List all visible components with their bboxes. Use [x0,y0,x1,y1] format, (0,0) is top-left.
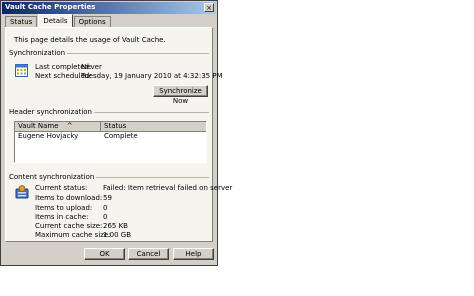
vault-content-icon [15,185,29,199]
synchronization-heading: Synchronization [9,49,68,57]
title-bar[interactable]: Vault Cache Properties × [2,2,216,14]
column-vault-name[interactable]: Vault Name ^ [15,122,101,131]
items-to-upload-label: Items to upload: [35,204,93,212]
vault-status-cell: Complete [104,132,138,140]
current-status-label: Current status: [35,184,88,192]
vault-list-header: Vault Name ^ Status [15,122,206,132]
items-to-upload-value: 0 [103,204,108,212]
vault-name-cell: Eugene Hovjacky [18,132,79,140]
properties-dialog: Vault Cache Properties × Status Details … [0,0,232,266]
header-sync-heading: Header synchronization [9,108,94,116]
content-sync-heading: Content synchronization [9,173,97,181]
tab-status[interactable]: Status [5,16,38,27]
table-row[interactable]: Eugene Hovjacky Complete [15,132,206,141]
last-completed-value: Never [81,63,102,71]
items-in-cache-label: Items in cache: [35,213,89,221]
tab-options[interactable]: Options [73,16,111,27]
calendar-sync-icon [15,64,28,77]
maximum-cache-size-value: 1.00 GB [103,231,132,239]
current-cache-size-value: 265 KB [103,222,128,230]
help-button[interactable]: Help [173,248,214,260]
close-button[interactable]: × [204,3,214,12]
vault-list[interactable]: Vault Name ^ Status Eugene Hovjacky Comp… [14,121,207,163]
sort-ascending-icon: ^ [66,122,73,130]
cancel-button[interactable]: Cancel [128,248,169,260]
column-status[interactable]: Status [101,122,206,131]
maximum-cache-size-label: Maximum cache size: [35,231,111,239]
items-to-download-label: Items to download: [35,194,103,202]
synchronize-now-button[interactable]: Synchronize Now [153,85,208,105]
synchronization-group-header: Synchronization [9,49,209,58]
tab-details[interactable]: Details [38,14,73,27]
ok-button[interactable]: OK [84,248,125,260]
intro-text: This page details the usage of Vault Cac… [14,36,166,44]
current-status-value: Failed: Item retrieval failed on server [103,184,233,192]
close-icon: × [206,4,212,12]
items-to-download-value: 59 [103,194,112,202]
column-vault-name-label: Vault Name [18,122,59,130]
current-cache-size-label: Current cache size: [35,222,103,230]
header-sync-group-header: Header synchronization [9,108,209,117]
window-title: Vault Cache Properties [5,3,96,11]
items-in-cache-value: 0 [103,213,108,221]
next-scheduled-value: Tuesday, 19 January 2010 at 4:32:35 PM [81,72,223,80]
content-sync-group-header: Content synchronization [9,173,209,182]
